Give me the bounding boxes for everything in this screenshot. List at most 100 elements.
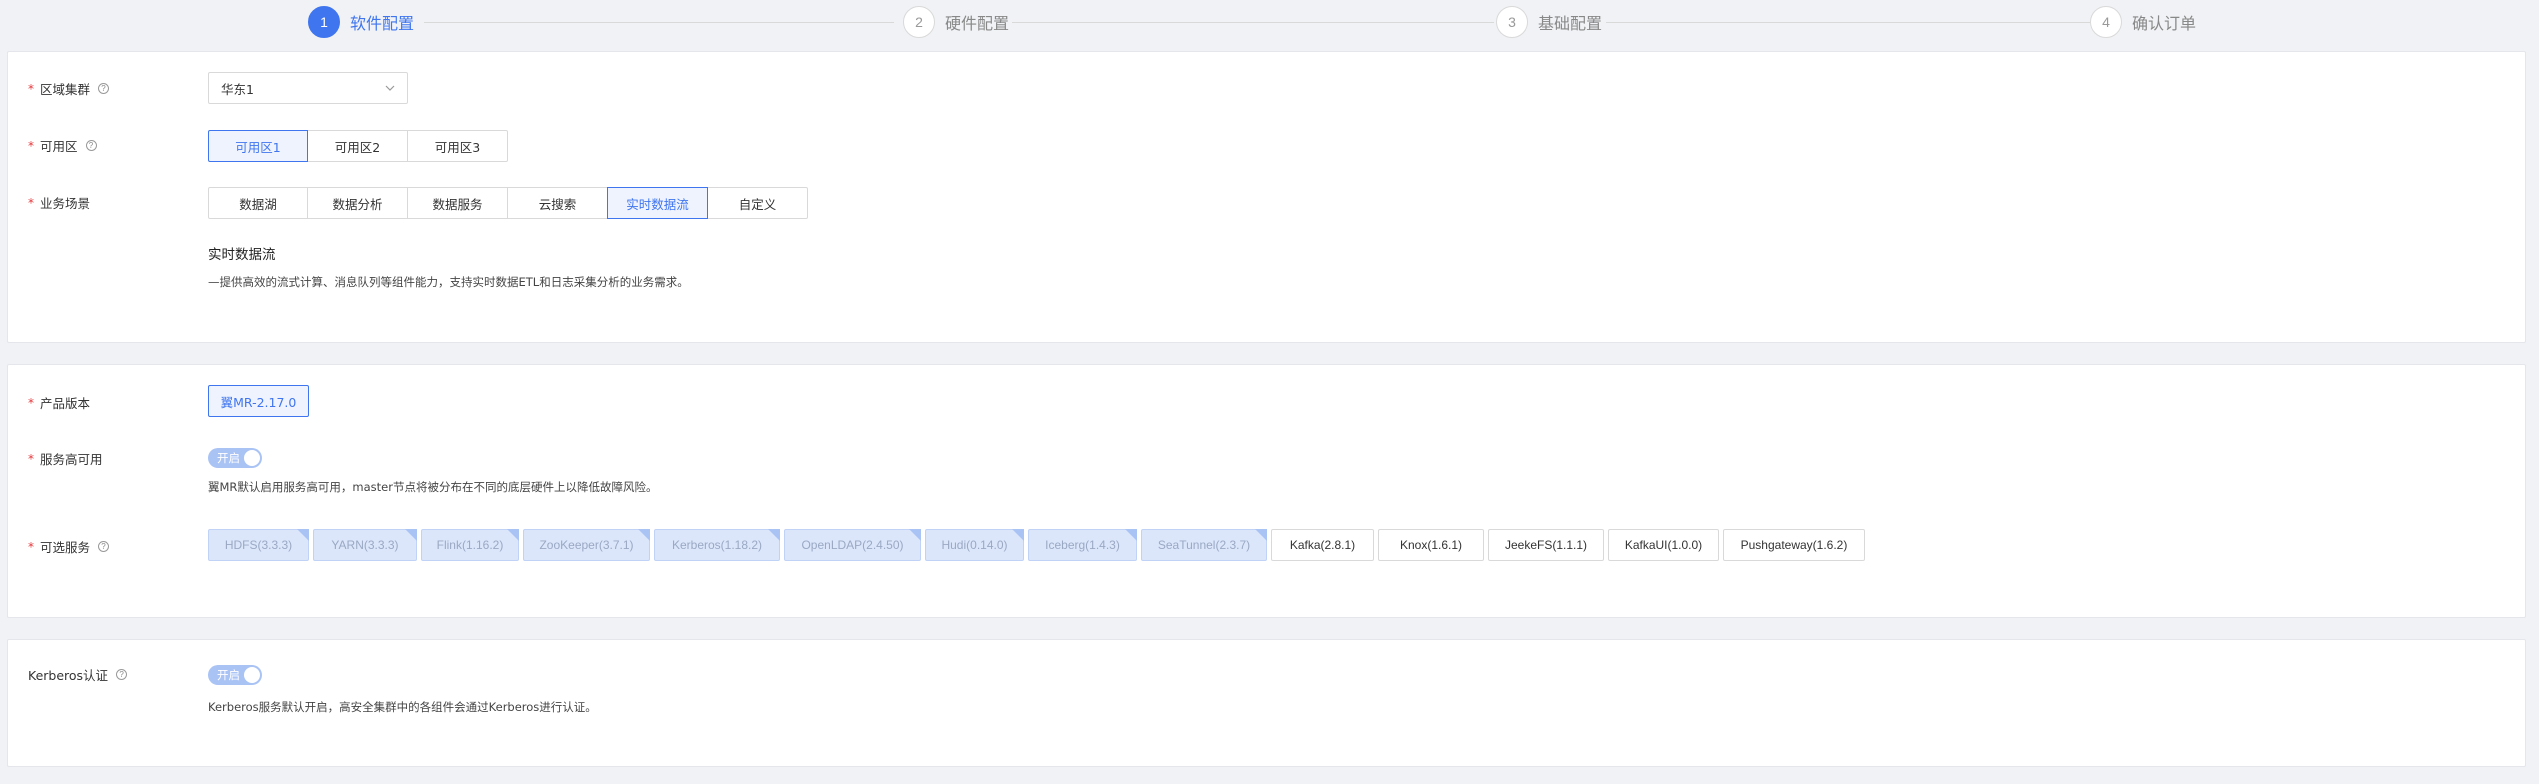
- version-label-text: 产品版本: [40, 396, 91, 411]
- service-name: YARN(3.3.3): [331, 538, 399, 552]
- step-connector: [424, 22, 894, 23]
- service-hdfs: HDFS(3.3.3): [208, 529, 309, 561]
- service-jeekefs[interactable]: JeekeFS(1.1.1): [1488, 529, 1604, 561]
- service-pushgateway[interactable]: Pushgateway(1.6.2): [1723, 529, 1865, 561]
- scenario-detail-desc: —提供高效的流式计算、消息队列等组件能力，支持实时数据ETL和日志采集分析的业务…: [208, 275, 689, 289]
- services-label-text: 可选服务: [40, 540, 91, 555]
- required-mark: *: [28, 395, 34, 410]
- step-hardware[interactable]: 2 硬件配置: [903, 6, 1009, 38]
- toggle-knob: [244, 667, 260, 683]
- service-name: Kafka(2.8.1): [1289, 538, 1356, 552]
- locked-corner-icon: [1255, 529, 1267, 541]
- toggle-text: 开启: [217, 451, 240, 465]
- service-name: Pushgateway(1.6.2): [1740, 538, 1848, 552]
- step-label: 硬件配置: [945, 14, 1010, 33]
- service-zookeeper: ZooKeeper(3.7.1): [523, 529, 650, 561]
- service-seatunnel: SeaTunnel(2.3.7): [1141, 529, 1267, 561]
- service-name: Iceberg(1.4.3): [1045, 538, 1120, 552]
- toggle-text: 开启: [217, 668, 240, 682]
- service-name: Hudi(0.14.0): [941, 538, 1008, 552]
- zone-label: * 可用区 ?: [28, 136, 97, 155]
- locked-corner-icon: [405, 529, 417, 541]
- ha-toggle[interactable]: 开启: [208, 448, 262, 468]
- zone-option-1[interactable]: 可用区1: [208, 130, 308, 162]
- service-flink: Flink(1.16.2): [421, 529, 519, 561]
- step-label: 软件配置: [350, 14, 415, 33]
- step-label: 确认订单: [2132, 14, 2197, 33]
- step-connector: [1012, 22, 1494, 23]
- step-connector: [1606, 22, 2090, 23]
- locked-corner-icon: [1125, 529, 1137, 541]
- required-mark: *: [28, 138, 34, 153]
- scenario-option-datalake[interactable]: 数据湖: [208, 187, 308, 219]
- zone-option-2[interactable]: 可用区2: [307, 130, 408, 162]
- help-icon[interactable]: ?: [98, 83, 110, 94]
- ha-label: * 服务高可用: [28, 449, 103, 468]
- step-number: 3: [1496, 6, 1528, 38]
- locked-corner-icon: [297, 529, 309, 541]
- help-icon[interactable]: ?: [85, 140, 97, 151]
- required-mark: *: [28, 539, 34, 554]
- steps-bar: 1 软件配置 2 硬件配置 3 基础配置 4 确认订单: [0, 0, 2539, 46]
- required-mark: *: [28, 195, 34, 210]
- service-name: OpenLDAP(2.4.50): [801, 538, 904, 552]
- kerberos-label: Kerberos认证 ?: [28, 665, 128, 684]
- zone-option-3[interactable]: 可用区3: [407, 130, 508, 162]
- locked-corner-icon: [909, 529, 921, 541]
- version-option[interactable]: 翼MR-2.17.0: [208, 385, 309, 417]
- version-label: * 产品版本: [28, 393, 90, 412]
- scenario-label: * 业务场景: [28, 193, 90, 212]
- service-name: KafkaUI(1.0.0): [1624, 538, 1703, 552]
- services-label: * 可选服务 ?: [28, 537, 110, 556]
- scenario-label-text: 业务场景: [40, 196, 91, 211]
- service-iceberg: Iceberg(1.4.3): [1028, 529, 1137, 561]
- service-name: SeaTunnel(2.3.7): [1157, 538, 1251, 552]
- region-label-text: 区域集群: [40, 82, 91, 97]
- service-hudi: Hudi(0.14.0): [925, 529, 1024, 561]
- scenario-option-dataservice[interactable]: 数据服务: [407, 187, 508, 219]
- service-knox[interactable]: Knox(1.6.1): [1378, 529, 1484, 561]
- help-icon[interactable]: ?: [98, 541, 110, 552]
- toggle-knob: [244, 450, 260, 466]
- region-label: * 区域集群 ?: [28, 79, 110, 98]
- step-number: 1: [308, 6, 340, 38]
- product-config-card: * 产品版本 翼MR-2.17.0 * 服务高可用 开启 翼MR默认启用服务高可…: [7, 364, 2526, 618]
- kerberos-toggle[interactable]: 开启: [208, 665, 262, 685]
- step-label: 基础配置: [1538, 14, 1603, 33]
- zone-label-text: 可用区: [40, 139, 78, 154]
- service-name: Knox(1.6.1): [1399, 538, 1463, 552]
- required-mark: *: [28, 451, 34, 466]
- zone-button-group: 可用区1 可用区2 可用区3: [208, 130, 508, 162]
- region-select[interactable]: 华东1: [208, 72, 408, 104]
- service-name: Flink(1.16.2): [436, 538, 504, 552]
- required-mark: *: [28, 81, 34, 96]
- scenario-option-analytics[interactable]: 数据分析: [307, 187, 408, 219]
- scenario-option-realtime[interactable]: 实时数据流: [607, 187, 708, 219]
- service-name: Kerberos(1.18.2): [671, 538, 763, 552]
- ha-desc: 翼MR默认启用服务高可用，master节点将被分布在不同的底层硬件上以降低故障风…: [208, 480, 658, 494]
- scenario-option-cloudsearch[interactable]: 云搜索: [507, 187, 608, 219]
- service-kafka[interactable]: Kafka(2.8.1): [1271, 529, 1374, 561]
- software-config-card: * 区域集群 ? 华东1 * 可用区 ? 可用区1 可用区2 可用区3 * 业务…: [7, 51, 2526, 343]
- help-icon[interactable]: ?: [116, 669, 128, 680]
- locked-corner-icon: [1012, 529, 1024, 541]
- service-kafkaui[interactable]: KafkaUI(1.0.0): [1608, 529, 1719, 561]
- step-number: 2: [903, 6, 935, 38]
- region-select-value: 华东1: [221, 81, 254, 97]
- service-name: HDFS(3.3.3): [224, 538, 293, 552]
- step-confirm[interactable]: 4 确认订单: [2090, 6, 2196, 38]
- services-list: HDFS(3.3.3) YARN(3.3.3) Flink(1.16.2) Zo…: [208, 529, 1869, 561]
- step-software[interactable]: 1 软件配置: [308, 6, 414, 38]
- service-openldap: OpenLDAP(2.4.50): [784, 529, 921, 561]
- scenario-button-group: 数据湖 数据分析 数据服务 云搜索 实时数据流 自定义: [208, 187, 808, 219]
- locked-corner-icon: [768, 529, 780, 541]
- ha-label-text: 服务高可用: [40, 452, 103, 467]
- service-name: ZooKeeper(3.7.1): [539, 538, 634, 552]
- service-name: JeekeFS(1.1.1): [1504, 538, 1588, 552]
- chevron-down-icon: [385, 85, 395, 91]
- service-kerberos: Kerberos(1.18.2): [654, 529, 780, 561]
- step-basic[interactable]: 3 基础配置: [1496, 6, 1602, 38]
- kerberos-config-card: Kerberos认证 ? 开启 Kerberos服务默认开启，高安全集群中的各组…: [7, 639, 2526, 767]
- scenario-option-custom[interactable]: 自定义: [707, 187, 808, 219]
- step-number: 4: [2090, 6, 2122, 38]
